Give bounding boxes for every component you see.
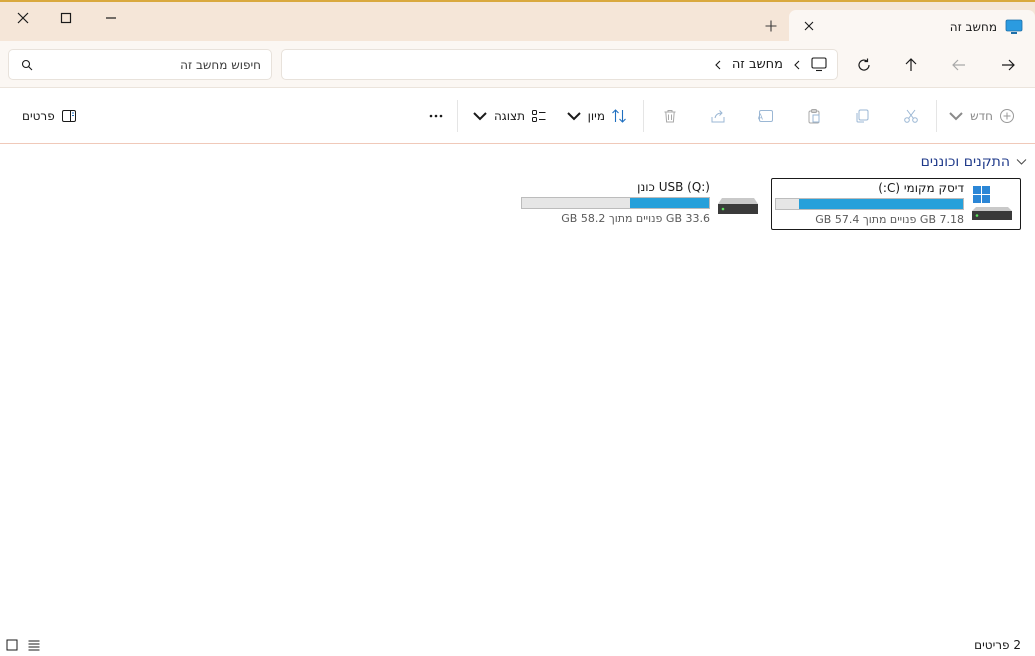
svg-text:A: A xyxy=(758,113,764,122)
chevron-left-icon[interactable] xyxy=(793,60,801,70)
new-button[interactable]: חדש xyxy=(948,104,1015,128)
drive-item-q[interactable]: USB (Q:) כונן 33.6 GB פנויים מתוך 58.2 G… xyxy=(516,178,766,230)
close-icon xyxy=(804,21,814,31)
search-input[interactable] xyxy=(41,57,261,72)
scissors-icon xyxy=(904,109,918,123)
refresh-icon xyxy=(858,58,870,71)
plus-icon xyxy=(765,20,777,32)
drive-space-text: 33.6 GB פנויים מתוך 58.2 GB xyxy=(561,212,710,225)
close-icon xyxy=(17,12,29,24)
details-view-button[interactable] xyxy=(27,638,41,652)
view-button[interactable]: תצוגה xyxy=(472,104,547,128)
details-label: פרטים xyxy=(22,109,55,123)
monitor-icon xyxy=(1005,19,1023,34)
new-label: חדש xyxy=(970,109,993,123)
usb-drive-icon xyxy=(718,198,758,214)
share-icon xyxy=(711,110,725,123)
minimize-button[interactable] xyxy=(88,2,134,34)
drive-usage-bar xyxy=(775,198,964,210)
chevron-down-icon xyxy=(473,112,487,121)
drive-space-text: 7.18 GB פנויים מתוך 57.4 GB xyxy=(815,213,964,226)
list-view-icon xyxy=(28,640,40,651)
toolbar-divider xyxy=(936,100,937,132)
sort-button[interactable]: מיון xyxy=(566,104,627,128)
copy-icon xyxy=(856,109,869,123)
section-devices-and-drives[interactable]: התקנים וכוננים xyxy=(921,153,1027,171)
arrow-left-icon xyxy=(952,59,965,71)
drive-item-c[interactable]: דיסק מקומי (C:) 7.18 GB פנויים מתוך 57.4… xyxy=(771,178,1021,230)
maximize-button[interactable] xyxy=(43,2,89,34)
up-button[interactable] xyxy=(899,53,923,77)
more-options-button[interactable] xyxy=(428,104,444,128)
windows-drive-icon xyxy=(972,186,1012,220)
drive-usage-bar xyxy=(521,197,710,209)
sort-arrows-icon xyxy=(612,109,626,123)
arrow-up-icon xyxy=(905,58,917,71)
details-pane-button[interactable]: פרטים xyxy=(22,104,77,128)
search-box[interactable] xyxy=(8,49,272,80)
command-bar: חדש A מיון תצוגה פרטים xyxy=(0,88,1035,144)
more-dots-icon xyxy=(429,114,443,118)
paste-button[interactable] xyxy=(806,104,822,128)
breadcrumb: מחשב זה xyxy=(714,57,827,72)
breadcrumb-this-pc[interactable]: מחשב זה xyxy=(732,57,783,72)
drive-usage-fill xyxy=(799,199,963,209)
cut-button[interactable] xyxy=(903,104,919,128)
drive-usage-fill xyxy=(630,198,709,208)
drive-name: USB (Q:) כונן xyxy=(637,180,710,194)
chevron-left-icon[interactable] xyxy=(714,60,722,70)
tile-view-icon xyxy=(6,639,18,651)
tab-this-pc[interactable]: מחשב זה xyxy=(789,10,1035,43)
drive-name: דיסק מקומי (C:) xyxy=(878,181,964,195)
plus-circle-icon xyxy=(1000,109,1014,123)
new-tab-button[interactable] xyxy=(763,18,779,34)
rename-button[interactable]: A xyxy=(758,104,774,128)
address-bar[interactable]: מחשב זה xyxy=(281,49,838,80)
close-window-button[interactable] xyxy=(0,2,46,34)
toolbar-divider xyxy=(643,100,644,132)
refresh-button[interactable] xyxy=(852,53,876,77)
chevron-down-icon xyxy=(566,112,581,121)
tab-close-button[interactable] xyxy=(801,18,817,34)
search-icon xyxy=(21,59,33,71)
section-title: התקנים וכוננים xyxy=(920,154,1010,170)
chevron-down-icon xyxy=(949,112,963,121)
forward-button[interactable] xyxy=(947,53,971,77)
monitor-icon xyxy=(811,57,827,72)
chevron-down-icon xyxy=(1016,159,1027,165)
tab-title: מחשב זה xyxy=(949,19,997,34)
sort-label: מיון xyxy=(587,109,605,123)
toolbar-divider xyxy=(457,100,458,132)
view-list-icon xyxy=(532,110,546,122)
tiles-view-button[interactable] xyxy=(5,638,19,652)
copy-button[interactable] xyxy=(854,104,870,128)
minimize-icon xyxy=(106,17,116,19)
title-bar: מחשב זה xyxy=(0,0,1035,43)
clipboard-icon xyxy=(808,109,820,124)
delete-button[interactable] xyxy=(662,104,678,128)
status-bar: 2 פריטים xyxy=(0,634,1035,656)
details-pane-icon xyxy=(61,110,76,122)
item-count: 2 פריטים xyxy=(974,638,1021,652)
maximize-icon xyxy=(60,12,72,24)
share-button[interactable] xyxy=(710,104,726,128)
navigation-bar: מחשב זה xyxy=(0,41,1035,88)
arrow-right-icon xyxy=(1002,59,1015,71)
rename-icon: A xyxy=(758,110,773,122)
back-button[interactable] xyxy=(996,53,1020,77)
view-label: תצוגה xyxy=(493,109,525,123)
trash-icon xyxy=(664,110,676,123)
